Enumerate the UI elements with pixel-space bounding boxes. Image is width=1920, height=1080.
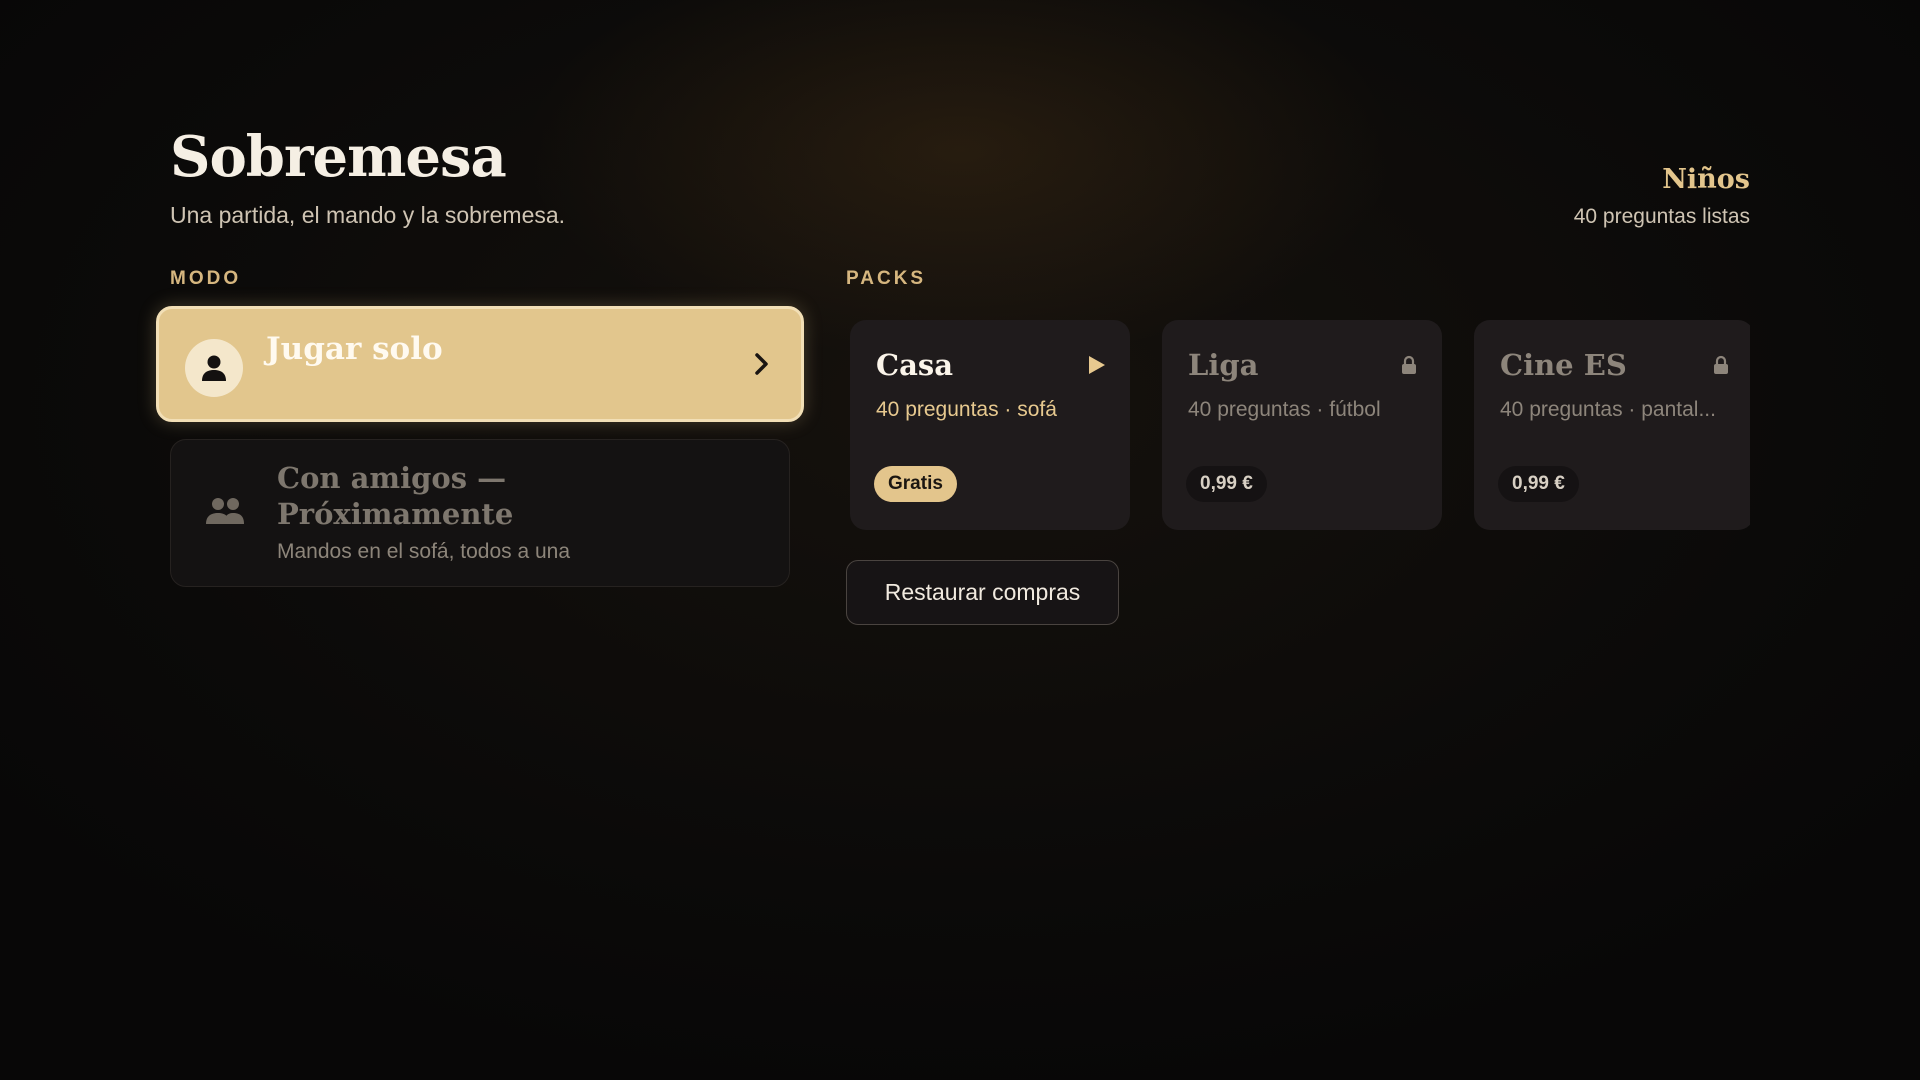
profile-status: 40 preguntas listas bbox=[1573, 205, 1750, 228]
pack-meta: 40 preguntas · sofá bbox=[876, 398, 1057, 421]
mode-friends-label: Con amigos — Próximamente bbox=[277, 461, 514, 531]
chevron-right-icon bbox=[747, 349, 777, 379]
pack-price-badge: 0,99 € bbox=[1186, 466, 1267, 502]
profile-switcher[interactable]: Niños 40 preguntas listas bbox=[1574, 164, 1750, 229]
pack-card-cine-es[interactable]: Cine ES 40 preguntas · pantal... 0,99 € bbox=[1474, 320, 1750, 530]
play-icon bbox=[1086, 354, 1108, 376]
mode-section-label: MODO bbox=[170, 268, 242, 289]
app-subtitle: Una partida, el mando y la sobremesa. bbox=[170, 202, 566, 228]
mode-friends-button[interactable]: Con amigos — Próximamente Mandos en el s… bbox=[170, 439, 790, 587]
profile-name: Niños bbox=[1662, 164, 1750, 195]
packs-carousel: Casa 40 preguntas · sofá Gratis Liga 40 … bbox=[846, 318, 1750, 534]
app-title: Sobremesa bbox=[170, 124, 507, 190]
mode-friends-description: Mandos en el sofá, todos a una bbox=[277, 540, 571, 563]
mode-solo-label: Jugar solo bbox=[266, 331, 443, 367]
app-screen: Sobremesa Una partida, el mando y la sob… bbox=[0, 0, 1920, 1080]
pack-meta: 40 preguntas · pantal... bbox=[1500, 398, 1716, 421]
restore-purchases-button[interactable]: Restaurar compras bbox=[846, 560, 1119, 625]
pack-name: Liga bbox=[1188, 348, 1259, 382]
lock-icon bbox=[1398, 354, 1420, 376]
pack-name: Casa bbox=[876, 348, 953, 382]
pack-price-badge: Gratis bbox=[874, 466, 957, 502]
packs-section-label: PACKS bbox=[846, 268, 927, 289]
group-icon bbox=[205, 496, 245, 530]
pack-meta: 40 preguntas · fútbol bbox=[1188, 398, 1381, 421]
pack-card-casa[interactable]: Casa 40 preguntas · sofá Gratis bbox=[850, 320, 1130, 530]
person-icon bbox=[185, 339, 243, 397]
mode-solo-button[interactable]: Jugar solo bbox=[156, 306, 804, 422]
pack-card-liga[interactable]: Liga 40 preguntas · fútbol 0,99 € bbox=[1162, 320, 1442, 530]
lock-icon bbox=[1710, 354, 1732, 376]
pack-name: Cine ES bbox=[1500, 348, 1627, 382]
pack-price-badge: 0,99 € bbox=[1498, 466, 1579, 502]
